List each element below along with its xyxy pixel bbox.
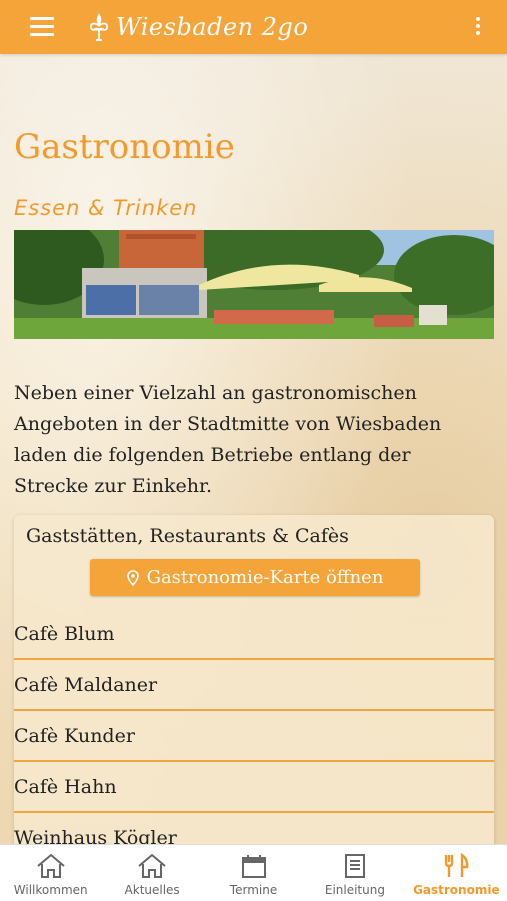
list-item[interactable]: Cafè Hahn <box>14 762 494 813</box>
bottom-tab-bar: Willkommen Aktuelles Termine Einleitung <box>0 844 507 901</box>
list-item[interactable]: Weinhaus Kögler <box>14 813 494 845</box>
hero-image <box>14 230 494 339</box>
list-item[interactable]: Cafè Blum <box>14 609 494 660</box>
tab-gastronomie[interactable]: Gastronomie <box>406 845 507 901</box>
home-icon <box>37 853 65 878</box>
intro-text: Neben einer Vielzahl an gastronomischen … <box>14 382 442 497</box>
gastronomy-card: Gaststätten, Restaurants & Cafès Gastron… <box>14 515 494 844</box>
card-title: Gaststätten, Restaurants & Cafès <box>26 525 349 547</box>
main-content: Gastronomie Essen & Trinken Neben einer … <box>0 54 507 844</box>
calendar-icon <box>241 855 266 878</box>
list-item[interactable]: Cafè Kunder <box>14 711 494 762</box>
open-map-button[interactable]: Gastronomie-Karte öffnen <box>90 559 420 596</box>
tab-einleitung[interactable]: Einleitung <box>304 845 405 901</box>
page-title: Gastronomie <box>14 127 235 167</box>
overflow-menu-icon[interactable] <box>475 17 481 37</box>
top-app-bar: Wiesbaden 2go <box>0 0 507 54</box>
book-icon <box>344 854 365 878</box>
tab-label: Aktuelles <box>124 883 180 897</box>
open-map-label: Gastronomie-Karte öffnen <box>146 567 384 588</box>
tab-label: Willkommen <box>13 883 88 897</box>
tab-label: Termine <box>229 883 278 897</box>
tab-label: Gastronomie <box>413 883 500 897</box>
tab-willkommen[interactable]: Willkommen <box>0 845 101 901</box>
tab-termine[interactable]: Termine <box>203 845 304 901</box>
hamburger-menu-icon[interactable] <box>30 17 54 37</box>
page-subtitle: Essen & Trinken <box>14 196 198 220</box>
logo-text: Wiesbaden 2go <box>116 13 309 41</box>
fleur-de-lis-icon <box>89 13 109 41</box>
gastronomy-list: Cafè Blum Cafè Maldaner Cafè Kunder Cafè… <box>14 609 494 844</box>
tab-label: Einleitung <box>324 883 385 897</box>
home-icon <box>138 853 166 878</box>
map-pin-icon <box>126 569 139 586</box>
list-item[interactable]: Cafè Maldaner <box>14 660 494 711</box>
tab-aktuelles[interactable]: Aktuelles <box>101 845 202 901</box>
app-logo: Wiesbaden 2go <box>88 9 308 45</box>
fork-knife-icon <box>445 853 469 877</box>
